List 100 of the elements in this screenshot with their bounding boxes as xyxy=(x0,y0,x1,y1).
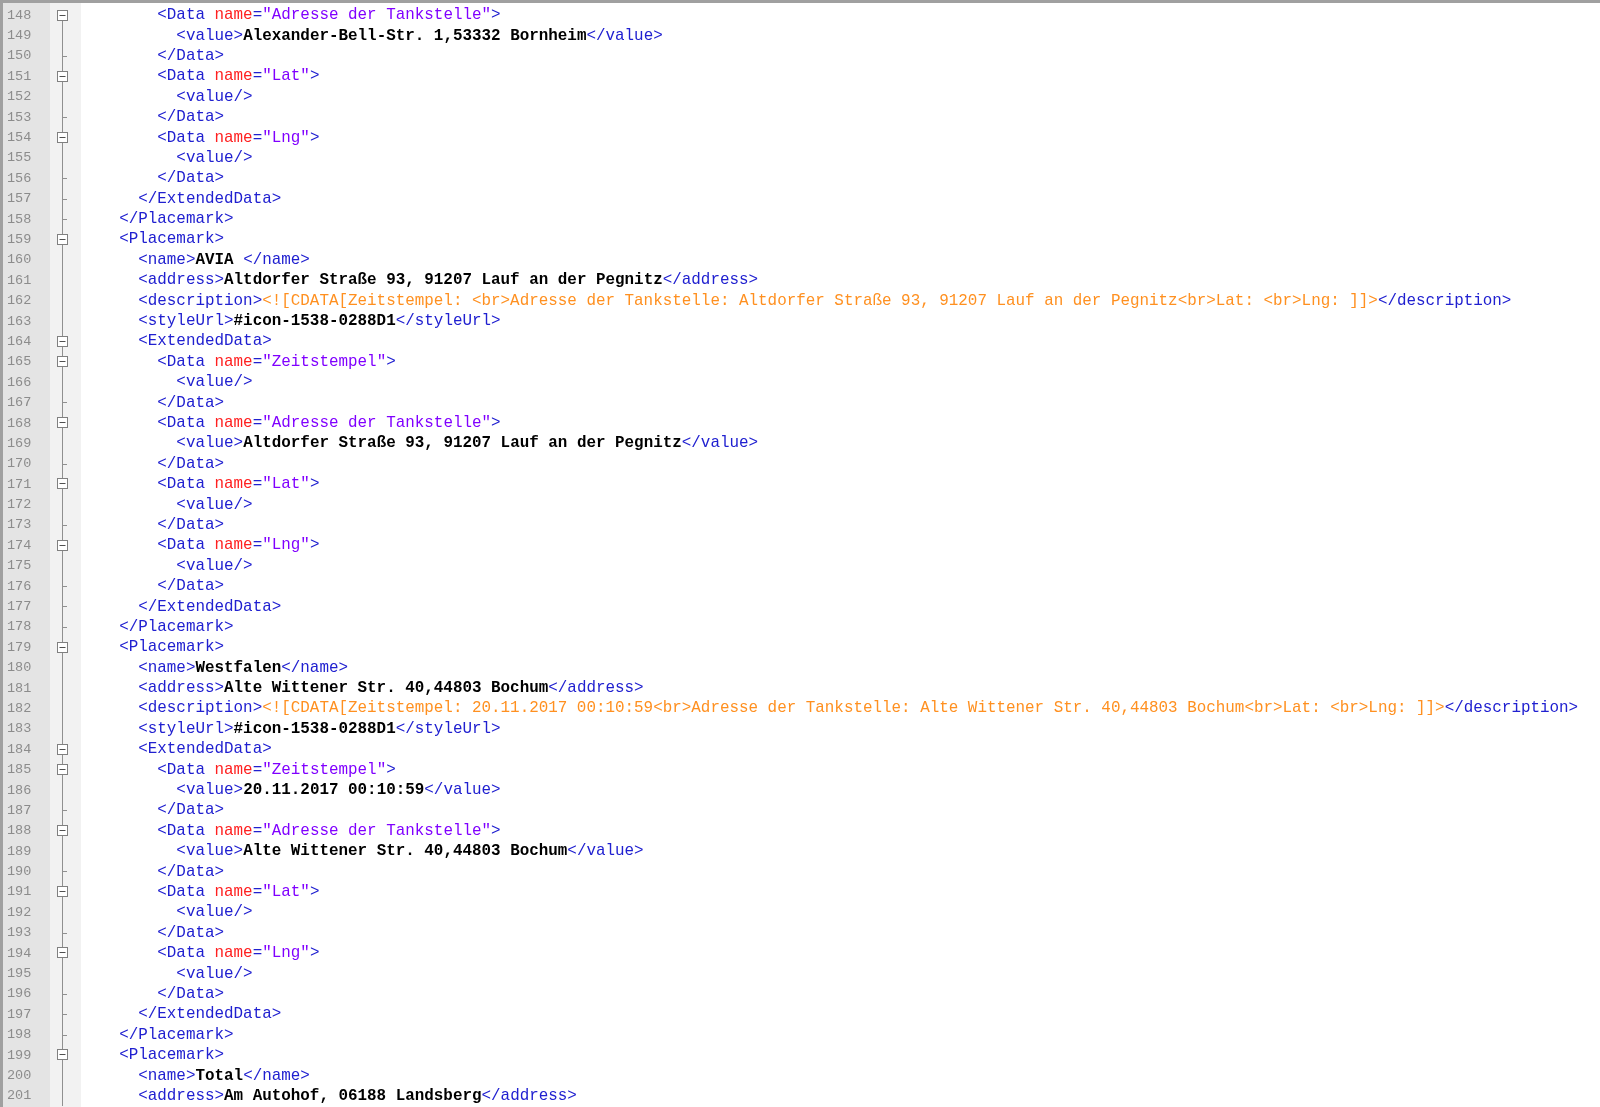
line-number: 200 xyxy=(6,1068,33,1083)
code-line: </Data> xyxy=(156,392,225,413)
fold-minus-icon[interactable] xyxy=(57,9,68,21)
line-number: 163 xyxy=(6,313,33,329)
line-number: 165 xyxy=(6,354,33,370)
code-line: <address>Am Autohof, 06188 Landsberg</address> xyxy=(137,1085,577,1106)
line-number: 164 xyxy=(6,333,33,349)
line-number: 167 xyxy=(6,395,33,411)
line-number: 187 xyxy=(6,802,33,818)
code-line: <Placemark> xyxy=(118,1045,225,1066)
code-line: <value>Alte Wittener Str. 40,44803 Bochum</value> xyxy=(175,841,644,862)
line-number: 166 xyxy=(6,374,33,390)
code-line: </Placemark> xyxy=(118,1024,234,1045)
fold-minus-icon[interactable] xyxy=(57,478,68,490)
fold-minus-icon[interactable] xyxy=(57,825,68,837)
code-line: </Data> xyxy=(156,107,225,128)
line-number: 158 xyxy=(6,211,33,227)
line-number: 178 xyxy=(6,619,33,635)
code-line: <styleUrl>#icon-1538-0288D1</styleUrl> xyxy=(137,718,501,739)
fold-minus-icon[interactable] xyxy=(57,641,68,653)
code-line: <ExtendedData> xyxy=(137,739,272,760)
line-number: 155 xyxy=(6,150,33,166)
line-number: 181 xyxy=(6,680,33,696)
fold-minus-icon[interactable] xyxy=(57,356,68,368)
code-line: <styleUrl>#icon-1538-0288D1</styleUrl> xyxy=(137,311,501,332)
code-line: <Data name="Adresse der Tankstelle"> xyxy=(156,820,501,841)
fold-minus-icon[interactable] xyxy=(57,743,68,755)
fold-minus-icon[interactable] xyxy=(57,539,68,551)
code-line: <description><![CDATA[Zeitstempel: 20.11.2017 00:10:59<br>Adresse der Tankstelle: Alte Wittener Str. 40,44803 Bochum<br>Lat: <br>Lng: ]]></description> xyxy=(137,698,1579,719)
code-line: </Data> xyxy=(156,453,225,474)
code-line: <value/> xyxy=(175,963,253,984)
line-number: 152 xyxy=(6,89,33,105)
code-line: <name>Total</name> xyxy=(137,1065,310,1086)
line-number: 149 xyxy=(6,28,33,44)
line-number: 172 xyxy=(6,497,33,513)
code-line: </ExtendedData> xyxy=(137,1004,282,1025)
line-number: 197 xyxy=(6,1006,33,1022)
line-number: 189 xyxy=(6,843,33,859)
line-number: 153 xyxy=(6,109,33,125)
line-number: 193 xyxy=(6,925,33,941)
line-number: 157 xyxy=(6,191,33,207)
line-number: 170 xyxy=(6,456,33,472)
code-line: <description><![CDATA[Zeitstempel: <br>Adresse der Tankstelle: Altdorfer Straße 93, 91207 Lauf an der Pegnitz<br>Lat: <br>Lng: ]]></description> xyxy=(137,290,1512,311)
code-line: <ExtendedData> xyxy=(137,331,272,352)
code-line: <value/> xyxy=(175,555,253,576)
code-line: <value>Alexander-Bell-Str. 1,53332 Bornheim</value> xyxy=(175,25,663,46)
code-line: </Placemark> xyxy=(118,209,234,230)
line-number: 162 xyxy=(6,293,33,309)
code-line: <value/> xyxy=(175,494,253,515)
code-line: <Data name="Lat"> xyxy=(156,474,320,495)
line-number: 198 xyxy=(6,1027,33,1043)
fold-minus-icon[interactable] xyxy=(57,70,68,82)
code-line: <name>AVIA </name> xyxy=(137,249,310,270)
code-line: <Data name="Lat"> xyxy=(156,66,320,87)
code-line: <value>20.11.2017 00:10:59</value> xyxy=(175,780,501,801)
line-number: 161 xyxy=(6,272,33,288)
code-line: <value>Altdorfer Straße 93, 91207 Lauf an der Pegnitz</value> xyxy=(175,433,759,454)
code-line: </Data> xyxy=(156,800,225,821)
code-line: </Data> xyxy=(156,45,225,66)
code-line: <value/> xyxy=(175,86,253,107)
fold-minus-icon[interactable] xyxy=(57,233,68,245)
line-number: 192 xyxy=(6,904,33,920)
fold-minus-icon[interactable] xyxy=(57,417,68,429)
code-line: <Data name="Zeitstempel"> xyxy=(156,351,396,372)
line-number: 175 xyxy=(6,558,33,574)
line-number: 173 xyxy=(6,517,33,533)
line-number: 171 xyxy=(6,476,33,492)
fold-minus-icon[interactable] xyxy=(57,763,68,775)
fold-minus-icon[interactable] xyxy=(57,947,68,959)
fold-minus-icon[interactable] xyxy=(57,131,68,143)
line-number: 154 xyxy=(6,130,33,146)
code-line: <Data name="Adresse der Tankstelle"> xyxy=(156,413,501,433)
code-line: <name>Westfalen</name> xyxy=(137,657,349,678)
code-line: <value/> xyxy=(175,147,253,168)
line-number: 159 xyxy=(6,232,33,247)
fold-minus-icon[interactable] xyxy=(57,335,68,347)
line-number: 176 xyxy=(6,578,33,594)
fold-minus-icon[interactable] xyxy=(57,1049,68,1061)
code-line: </ExtendedData> xyxy=(137,596,282,617)
code-line: </Data> xyxy=(156,922,225,943)
code-line: <address>Altdorfer Straße 93, 91207 Lauf an der Pegnitz</address> xyxy=(137,270,759,291)
line-number: 150 xyxy=(6,48,33,64)
line-number: 160 xyxy=(6,252,33,268)
code-line: </Data> xyxy=(156,861,225,882)
code-line: </ExtendedData> xyxy=(137,188,282,209)
code-line: <Data name="Adresse der Tankstelle"> xyxy=(156,5,501,26)
line-number: 196 xyxy=(6,986,33,1002)
code-line: </Data> xyxy=(156,514,225,535)
code-line: <Data name="Zeitstempel"> xyxy=(156,759,396,780)
line-number: 185 xyxy=(6,762,33,778)
fold-minus-icon[interactable] xyxy=(57,886,68,898)
line-number: 151 xyxy=(6,68,33,84)
line-number: 194 xyxy=(6,945,33,961)
code-line: <value/> xyxy=(175,372,253,393)
line-number: 156 xyxy=(6,170,33,186)
code-line: <Data name="Lat"> xyxy=(156,882,320,902)
line-number: 177 xyxy=(6,599,33,614)
line-number: 191 xyxy=(6,884,33,900)
code-line: <address>Alte Wittener Str. 40,44803 Bochum</address> xyxy=(137,678,644,699)
line-number: 195 xyxy=(6,966,33,982)
